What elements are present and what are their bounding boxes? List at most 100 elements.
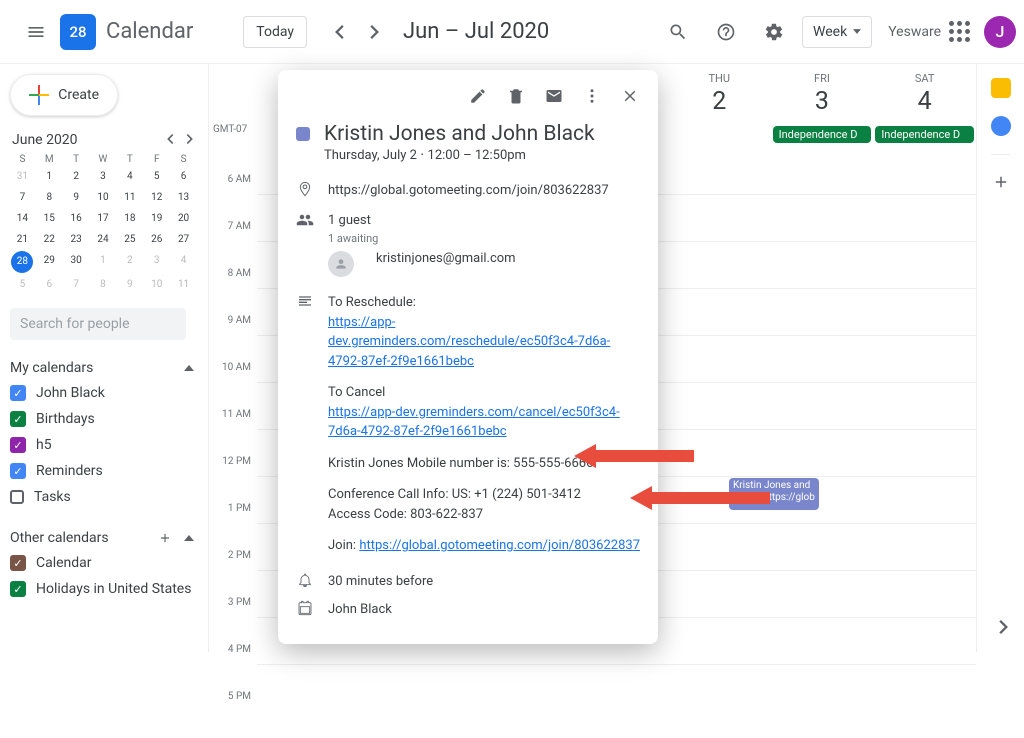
calendar-item[interactable]: ✓Birthdays <box>10 406 194 432</box>
close-icon[interactable] <box>612 78 648 114</box>
other-calendars-label: Other calendars <box>10 530 109 546</box>
mini-day[interactable]: 1 <box>37 167 62 186</box>
mini-day[interactable]: 24 <box>91 230 116 249</box>
mini-day[interactable]: 8 <box>37 188 62 207</box>
account-avatar[interactable]: J <box>984 16 1016 48</box>
notification-icon <box>296 572 314 592</box>
mini-day[interactable]: 27 <box>171 230 196 249</box>
add-calendar-icon[interactable] <box>158 531 172 545</box>
sidebar: Create June 2020 SMTWTFS3112345678910111… <box>0 64 208 652</box>
expand-side-panel-button[interactable] <box>998 619 1010 638</box>
calendar-owner: John Black <box>328 600 640 620</box>
prev-period-button[interactable] <box>323 16 355 48</box>
allday-event-chip[interactable]: Independence D <box>773 126 872 143</box>
mini-day[interactable]: 26 <box>144 230 169 249</box>
mini-day[interactable]: 7 <box>10 188 35 207</box>
mini-day[interactable]: 1 <box>91 251 116 273</box>
right-rail <box>976 64 1024 652</box>
next-period-button[interactable] <box>359 16 391 48</box>
edit-icon[interactable] <box>460 78 496 114</box>
mini-day[interactable]: 12 <box>144 188 169 207</box>
mini-day[interactable]: 23 <box>64 230 89 249</box>
plus-icon <box>29 85 48 105</box>
mini-day[interactable]: 2 <box>64 167 89 186</box>
mini-day[interactable]: 10 <box>144 275 169 294</box>
day-header[interactable]: THU2 <box>668 64 771 124</box>
day-header[interactable]: SAT4 <box>873 64 976 124</box>
calendar-item[interactable]: ✓Holidays in United States <box>10 576 194 602</box>
mini-day[interactable]: 3 <box>144 251 169 273</box>
mini-day[interactable]: 7 <box>64 275 89 294</box>
help-icon[interactable] <box>706 12 746 52</box>
google-apps-button[interactable] <box>949 21 970 42</box>
options-icon[interactable] <box>574 78 610 114</box>
reschedule-link[interactable]: https://app-dev.greminders.com/reschedul… <box>328 315 610 369</box>
mini-calendar: June 2020 SMTWTFS31123456789101112131415… <box>10 132 208 294</box>
mini-month-label: June 2020 <box>12 132 78 148</box>
mini-day[interactable]: 2 <box>117 251 142 273</box>
calendar-item[interactable]: ✓John Black <box>10 380 194 406</box>
chevron-up-icon <box>184 365 194 371</box>
mini-day[interactable]: 9 <box>117 275 142 294</box>
mini-day[interactable]: 14 <box>10 209 35 228</box>
tasks-icon[interactable] <box>991 116 1011 136</box>
my-calendars-toggle[interactable]: My calendars <box>10 356 194 380</box>
mini-day[interactable]: 30 <box>64 251 89 273</box>
mini-day[interactable]: 19 <box>144 209 169 228</box>
guests-status: 1 awaiting <box>328 231 640 248</box>
mini-day[interactable]: 9 <box>64 188 89 207</box>
mini-day[interactable]: 20 <box>171 209 196 228</box>
calendar-owner-icon <box>296 600 314 620</box>
allday-event-chip[interactable]: Independence D <box>875 126 974 143</box>
mini-day[interactable]: 6 <box>37 275 62 294</box>
calendar-item[interactable]: Tasks <box>10 484 194 510</box>
mini-day[interactable]: 29 <box>37 251 62 273</box>
mini-day[interactable]: 13 <box>171 188 196 207</box>
calendar-item[interactable]: ✓Reminders <box>10 458 194 484</box>
mini-day[interactable]: 18 <box>117 209 142 228</box>
mini-day[interactable]: 17 <box>91 209 116 228</box>
guest-email[interactable]: kristinjones@gmail.com <box>376 251 516 277</box>
cancel-link[interactable]: https://app-dev.greminders.com/cancel/ec… <box>328 405 620 440</box>
mini-day[interactable]: 16 <box>64 209 89 228</box>
join-link[interactable]: https://global.gotomeeting.com/join/8036… <box>359 538 640 553</box>
calendar-item[interactable]: ✓h5 <box>10 432 194 458</box>
calendar-item[interactable]: ✓Calendar <box>10 550 194 576</box>
event-color-box <box>296 127 310 141</box>
keep-icon[interactable] <box>991 78 1011 98</box>
delete-icon[interactable] <box>498 78 534 114</box>
create-button[interactable]: Create <box>10 74 118 116</box>
event-location[interactable]: https://global.gotomeeting.com/join/8036… <box>328 181 640 201</box>
add-addon-icon[interactable] <box>992 173 1010 191</box>
mini-day[interactable]: 5 <box>144 167 169 186</box>
mini-day[interactable]: 25 <box>117 230 142 249</box>
mini-day[interactable]: 4 <box>171 251 196 273</box>
email-icon[interactable] <box>536 78 572 114</box>
mini-day[interactable]: 11 <box>117 188 142 207</box>
mini-day[interactable]: 11 <box>171 275 196 294</box>
mini-day[interactable]: 6 <box>171 167 196 186</box>
mini-day[interactable]: 8 <box>91 275 116 294</box>
other-calendars-toggle[interactable]: Other calendars <box>10 526 194 550</box>
mini-day[interactable]: 21 <box>10 230 35 249</box>
mini-day[interactable]: 10 <box>91 188 116 207</box>
mini-next-button[interactable] <box>186 132 194 148</box>
view-selector[interactable]: Week <box>802 16 872 48</box>
search-icon[interactable] <box>658 12 698 52</box>
event-description: To Reschedule: https://app-dev.greminder… <box>328 293 640 556</box>
popup-actions <box>278 70 658 122</box>
main-menu-button[interactable] <box>16 12 56 52</box>
mini-day[interactable]: 3 <box>91 167 116 186</box>
mini-day[interactable]: 22 <box>37 230 62 249</box>
search-people-input[interactable]: Search for people <box>10 308 186 340</box>
settings-icon[interactable] <box>754 12 794 52</box>
guests-icon <box>296 211 314 247</box>
mini-day[interactable]: 5 <box>10 275 35 294</box>
mini-prev-button[interactable] <box>166 132 174 148</box>
mini-day[interactable]: 4 <box>117 167 142 186</box>
day-header[interactable]: FRI3 <box>771 64 874 124</box>
mini-day[interactable]: 31 <box>10 167 35 186</box>
mini-day[interactable]: 28 <box>11 251 33 273</box>
today-button[interactable]: Today <box>243 16 307 48</box>
mini-day[interactable]: 15 <box>37 209 62 228</box>
